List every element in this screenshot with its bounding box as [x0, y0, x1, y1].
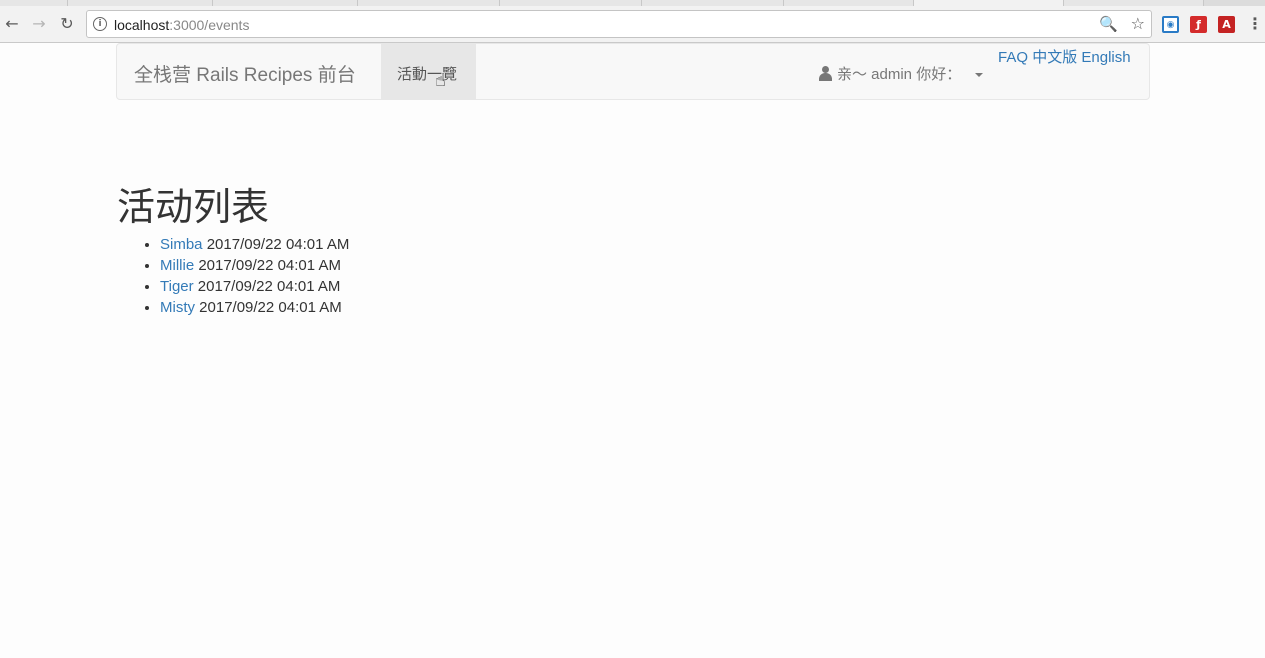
faq-link[interactable]: FAQ	[998, 49, 1028, 66]
url-host: localhost	[114, 17, 170, 33]
chinese-link[interactable]: 中文版	[1032, 49, 1077, 66]
browser-toolbar: ← → ↻ i localhost:3000/events 🔍 ☆ ◉ ƒ A …	[0, 6, 1265, 43]
navbar-brand[interactable]: 全栈营 Rails Recipes 前台	[134, 60, 356, 87]
caret-down-icon	[975, 73, 984, 77]
list-item: Tiger 2017/09/22 04:01 AM	[160, 276, 349, 297]
star-icon[interactable]: ☆	[1131, 14, 1145, 33]
address-bar[interactable]: i localhost:3000/events 🔍 ☆	[86, 10, 1152, 38]
nav-item-events[interactable]: 活動一覽 ☝	[381, 44, 476, 99]
event-time: 2017/09/22 04:01 AM	[206, 236, 350, 253]
extension-flash-icon[interactable]: ƒ	[1190, 16, 1207, 33]
back-arrow-icon[interactable]: ←	[2, 14, 22, 34]
extension-screenshot-icon[interactable]: ◉	[1162, 16, 1179, 33]
event-list: Simba 2017/09/22 04:01 AM Millie 2017/09…	[160, 234, 349, 318]
list-item: Millie 2017/09/22 04:01 AM	[160, 255, 349, 276]
forward-arrow-icon[interactable]: →	[29, 14, 49, 34]
event-time: 2017/09/22 04:01 AM	[198, 257, 341, 274]
info-icon[interactable]: i	[93, 17, 107, 31]
page-title: 活动列表	[117, 187, 270, 229]
event-time: 2017/09/22 04:01 AM	[199, 299, 342, 316]
hand-cursor-icon: ☝	[435, 70, 446, 91]
english-link[interactable]: English	[1081, 49, 1130, 66]
address-url[interactable]: localhost:3000/events	[114, 17, 249, 33]
zoom-icon[interactable]: 🔍	[1099, 15, 1118, 33]
user-greeting: 亲～ admin 你好：	[837, 66, 962, 83]
event-link[interactable]: Tiger	[160, 278, 194, 295]
list-item: Simba 2017/09/22 04:01 AM	[160, 234, 349, 255]
more-vert-icon[interactable]: ⋮	[1245, 14, 1265, 34]
navbar: 全栈营 Rails Recipes 前台 活動一覽 ☝ 亲～ admin 你好：…	[116, 43, 1150, 100]
url-path: :3000/events	[169, 17, 250, 33]
extension-pdf-icon[interactable]: A	[1218, 16, 1235, 33]
user-dropdown[interactable]: 亲～ admin 你好：	[818, 63, 984, 84]
event-link[interactable]: Simba	[160, 236, 203, 253]
user-icon	[818, 66, 833, 81]
event-link[interactable]: Millie	[160, 257, 194, 274]
reload-icon[interactable]: ↻	[57, 14, 77, 34]
event-link[interactable]: Misty	[160, 299, 195, 316]
language-links: FAQ 中文版 English	[998, 46, 1131, 67]
list-item: Misty 2017/09/22 04:01 AM	[160, 297, 349, 318]
nav-item-label: 活動一覽	[397, 66, 458, 83]
event-time: 2017/09/22 04:01 AM	[197, 278, 341, 295]
